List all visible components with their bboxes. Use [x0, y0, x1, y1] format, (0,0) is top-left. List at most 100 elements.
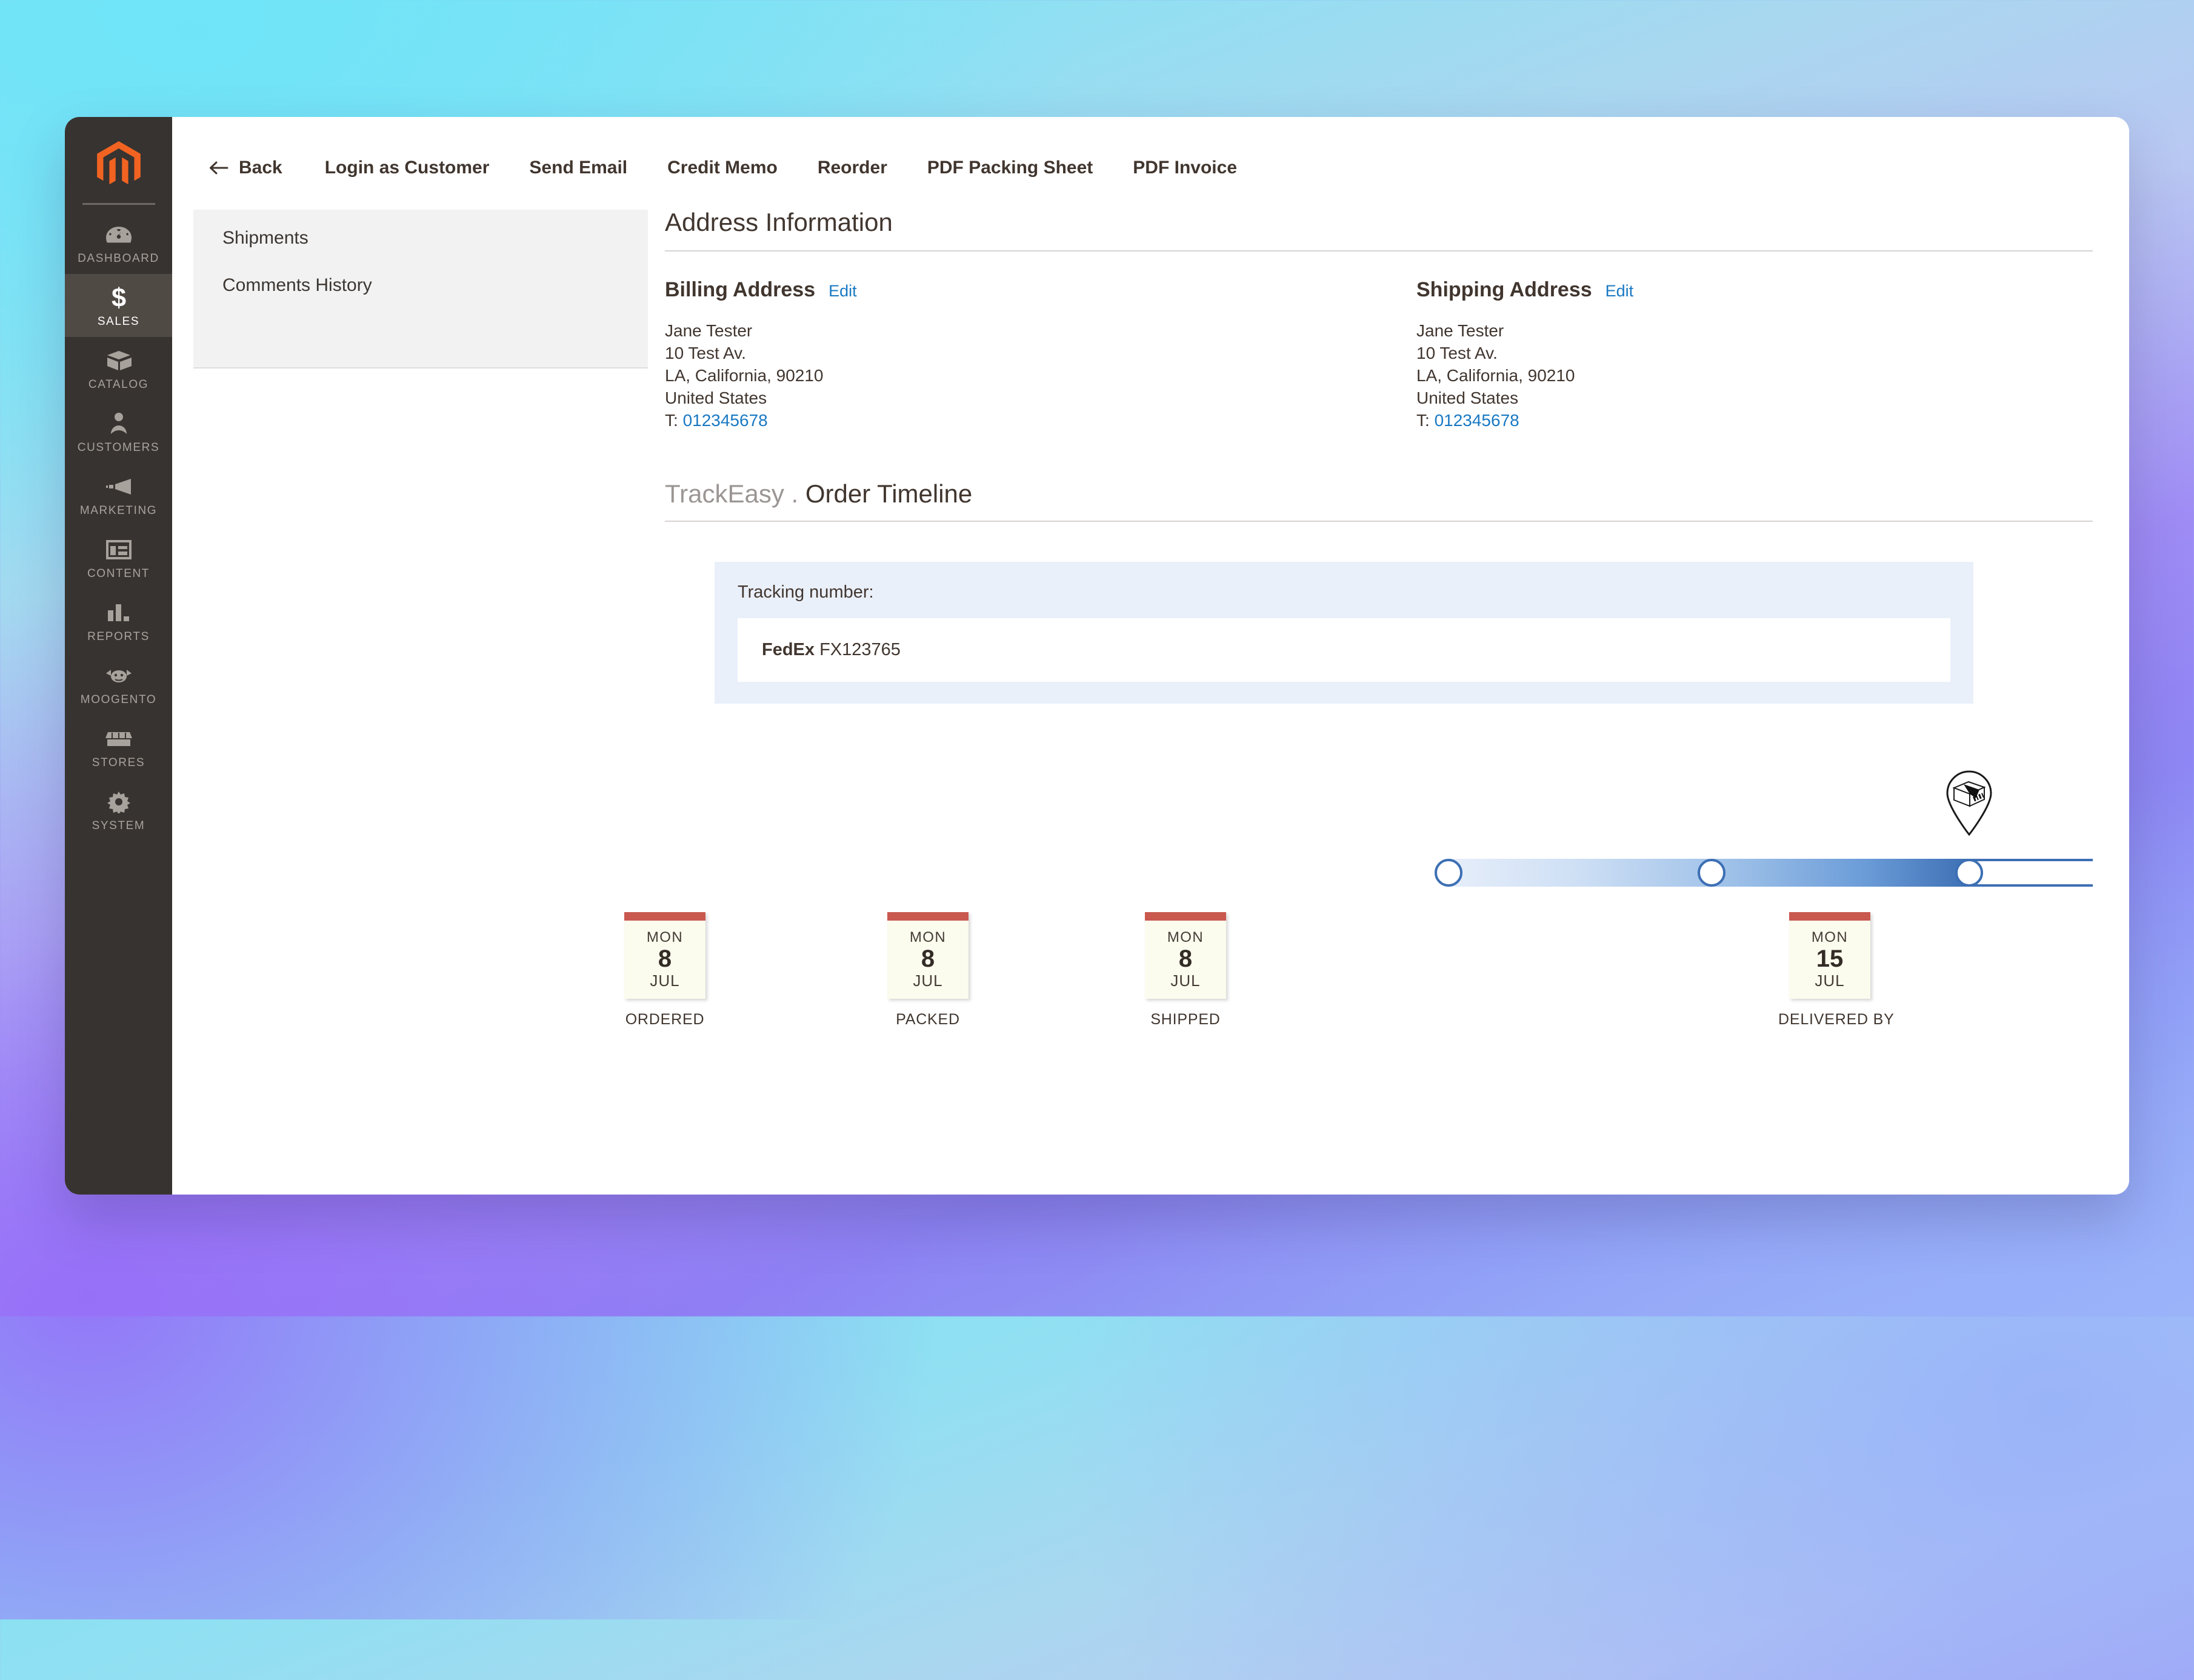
timeline-date-cards: MON 8 JUL ORDERED MON 8 JUL PACKED MON 8… [624, 912, 2093, 1028]
delivery-progress: MON 8 JUL ORDERED MON 8 JUL PACKED MON 8… [624, 769, 2093, 1028]
tracking-panel: Tracking number: FedEx FX123765 [715, 561, 1973, 704]
calendar-day-of-week: MON [646, 928, 684, 945]
billing-city-region-zip: LA, California, 90210 [665, 365, 824, 385]
calendar-day-number: 15 [1816, 945, 1844, 972]
sidebar-item-label: STORES [92, 756, 145, 769]
timeline-step-ordered[interactable]: MON 8 JUL ORDERED [613, 912, 716, 1028]
shipping-phone-row: T: 012345678 [1416, 410, 2093, 432]
billing-phone[interactable]: 012345678 [683, 411, 768, 430]
sidebar-divider [82, 203, 155, 205]
sidebar-item-label: DASHBOARD [78, 252, 159, 265]
calendar-card: MON 8 JUL [1145, 912, 1226, 999]
sidebar-item-system[interactable]: SYSTEM [65, 778, 172, 841]
timeline-step-status: PACKED [896, 1010, 960, 1028]
pdf-invoice-button[interactable]: PDF Invoice [1133, 158, 1237, 178]
calendar-card: MON 15 JUL [1789, 912, 1870, 999]
shipping-country: United States [1416, 388, 1519, 407]
calendar-card: MON 8 JUL [887, 912, 969, 999]
shipping-street: 10 Test Av. [1416, 343, 1498, 362]
send-email-button[interactable]: Send Email [529, 158, 627, 178]
megaphone-icon [65, 473, 172, 501]
timeline-step-status: DELIVERED BY [1778, 1010, 1895, 1028]
tracking-code: FX123765 [819, 639, 901, 659]
calendar-month: JUL [913, 971, 943, 990]
calendar-month: JUL [1170, 971, 1201, 990]
login-as-customer-button[interactable]: Login as Customer [325, 158, 490, 178]
sidebar-item-catalog[interactable]: CATALOG [65, 337, 172, 400]
order-timeline-title: TrackEasy . Order Timeline [665, 479, 2093, 521]
trackeasy-brand-label: TrackEasy . [665, 479, 799, 508]
sidebar-item-stores[interactable]: STORES [65, 715, 172, 778]
billing-edit-link[interactable]: Edit [829, 282, 857, 301]
billing-street: 10 Test Av. [665, 343, 746, 362]
progress-node-shipped[interactable] [1955, 858, 1983, 887]
layout-icon [65, 536, 172, 564]
sidebar-item-moogento[interactable]: MOOGENTO [65, 652, 172, 715]
admin-window: DASHBOARD $ SALES CATALOG CUSTOMERS MARK… [65, 117, 2129, 1195]
person-icon [65, 410, 172, 438]
shipping-address-label: Shipping Address [1416, 278, 1592, 301]
gear-icon [65, 788, 172, 816]
sidebar-item-dashboard[interactable]: DASHBOARD [65, 211, 172, 274]
moogento-cow-icon [65, 662, 172, 690]
timeline-step-status: SHIPPED [1150, 1010, 1221, 1028]
magento-logo-icon [96, 141, 141, 185]
order-timeline-label: Order Timeline [805, 479, 973, 508]
bar-chart-icon [65, 599, 172, 627]
sidebar-item-label: CUSTOMERS [77, 441, 160, 454]
timeline-step-packed[interactable]: MON 8 JUL PACKED [876, 912, 979, 1028]
tracking-number-label: Tracking number: [738, 582, 874, 602]
toolbar: Back Login as Customer Send Email Credit… [172, 117, 2129, 188]
sidebar-item-label: SALES [97, 315, 140, 328]
timeline-step-status: ORDERED [625, 1010, 705, 1028]
timeline-divider [665, 520, 2093, 522]
progress-bar-track[interactable] [1435, 858, 2093, 887]
calendar-month: JUL [1815, 971, 1845, 990]
calendar-card-top-bar [624, 912, 705, 921]
billing-address-block: Billing Address Edit Jane Tester 10 Test… [665, 278, 1379, 432]
svg-text:$: $ [111, 284, 125, 312]
sidebar-item-customers[interactable]: CUSTOMERS [65, 400, 172, 463]
sidebar-item-reports[interactable]: REPORTS [65, 589, 172, 652]
calendar-day-number: 8 [921, 945, 935, 972]
sidebar-item-label: SYSTEM [92, 819, 145, 832]
calendar-day-of-week: MON [1811, 928, 1849, 945]
progress-node-packed[interactable] [1698, 858, 1726, 887]
sidebar-item-label: MOOGENTO [80, 693, 157, 706]
shipping-edit-link[interactable]: Edit [1605, 282, 1634, 301]
dashboard-icon [65, 221, 172, 248]
tracking-number-value[interactable]: FedEx FX123765 [738, 618, 1950, 682]
panel-item-shipments[interactable]: Shipments [193, 210, 648, 248]
address-row: Billing Address Edit Jane Tester 10 Test… [665, 278, 2093, 432]
calendar-card-top-bar [887, 912, 969, 921]
panel-item-comments-history[interactable]: Comments History [193, 248, 648, 296]
progress-node-ordered[interactable] [1435, 858, 1462, 887]
calendar-day-of-week: MON [1167, 928, 1204, 945]
box-icon [65, 347, 172, 375]
shipping-phone[interactable]: 012345678 [1435, 411, 1519, 430]
sidebar-item-sales[interactable]: $ SALES [65, 274, 172, 337]
reorder-button[interactable]: Reorder [818, 158, 887, 178]
shipping-address-block: Shipping Address Edit Jane Tester 10 Tes… [1379, 278, 2093, 432]
content-area: Back Login as Customer Send Email Credit… [172, 117, 2129, 1195]
back-label: Back [239, 158, 282, 178]
timeline-step-delivered[interactable]: MON 15 JUL DELIVERED BY [1778, 912, 1895, 1028]
sidebar-item-label: CATALOG [88, 378, 149, 391]
back-button[interactable]: Back [208, 158, 282, 178]
calendar-day-number: 8 [1178, 945, 1193, 972]
credit-memo-button[interactable]: Credit Memo [667, 158, 778, 178]
order-detail-pane: Address Information Billing Address Edit… [624, 208, 2093, 1028]
calendar-month: JUL [650, 971, 680, 990]
calendar-day-of-week: MON [909, 928, 947, 945]
pdf-packing-sheet-button[interactable]: PDF Packing Sheet [927, 158, 1093, 178]
order-sections-panel: Shipments Comments History [193, 210, 648, 368]
timeline-step-shipped[interactable]: MON 8 JUL SHIPPED [1134, 912, 1237, 1028]
sidebar: DASHBOARD $ SALES CATALOG CUSTOMERS MARK… [65, 117, 172, 1195]
billing-address-heading: Billing Address Edit [665, 278, 1379, 302]
sidebar-item-label: MARKETING [79, 504, 158, 517]
shipping-address-heading: Shipping Address Edit [1416, 278, 2093, 302]
sidebar-item-content[interactable]: CONTENT [65, 526, 172, 589]
magento-logo[interactable] [65, 130, 172, 203]
package-pin-icon [1942, 769, 1996, 836]
sidebar-item-marketing[interactable]: MARKETING [65, 463, 172, 526]
